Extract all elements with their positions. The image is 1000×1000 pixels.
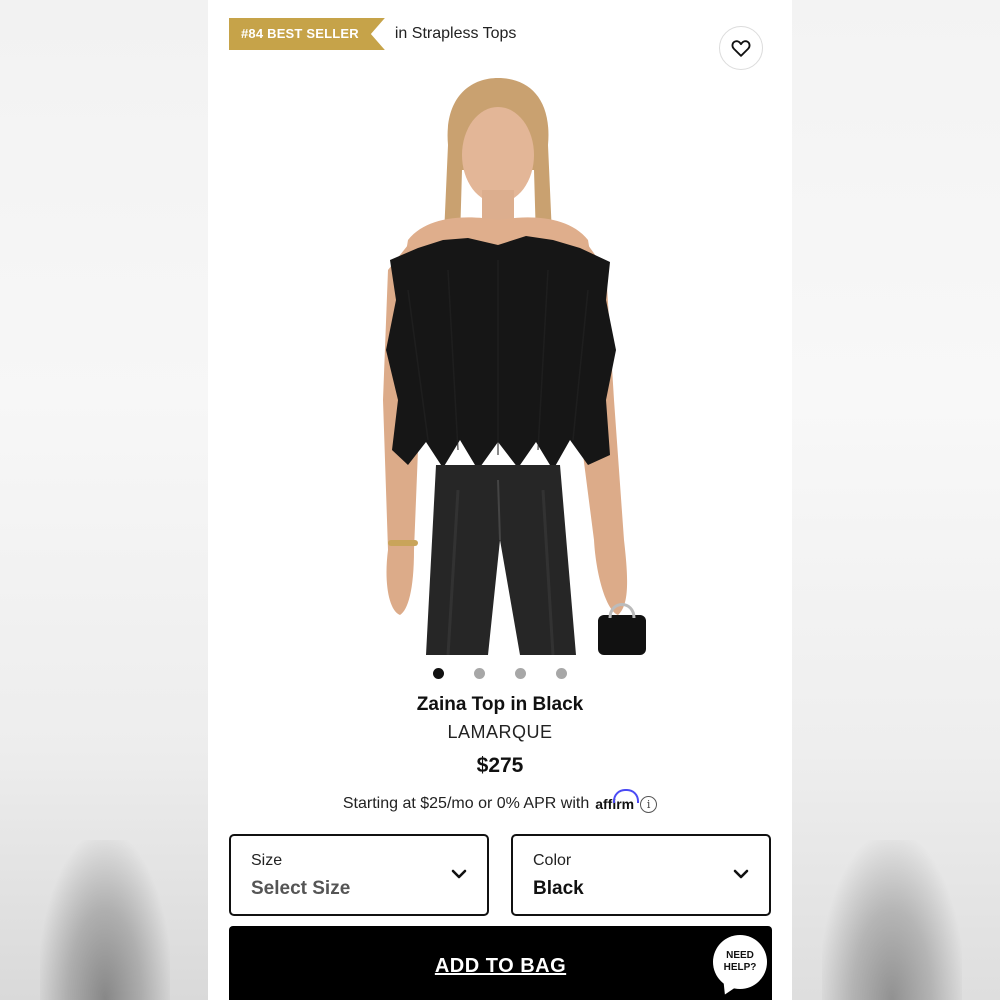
background-right xyxy=(792,0,1000,1000)
info-icon[interactable]: i xyxy=(640,795,658,813)
add-to-bag-label: ADD TO BAG xyxy=(434,954,567,977)
heart-icon xyxy=(731,40,751,57)
need-help-line1: NEED xyxy=(726,950,754,961)
favorite-button[interactable] xyxy=(719,26,763,70)
color-label: Color xyxy=(533,852,572,869)
best-seller-badge: #84 BEST SELLER xyxy=(229,18,385,50)
carousel-dot[interactable] xyxy=(433,668,444,679)
product-title: Zaina Top in Black xyxy=(416,694,584,715)
chevron-down-icon xyxy=(733,869,749,879)
best-seller-category[interactable]: in Strapless Tops xyxy=(395,25,517,43)
financing-line: Starting at $25/mo or 0% APR with affirm… xyxy=(208,789,792,813)
need-help-line2: HELP? xyxy=(723,962,757,973)
carousel-dot[interactable] xyxy=(515,668,526,679)
size-select[interactable]: Size Select Size xyxy=(229,834,489,916)
add-to-bag-button[interactable]: ADD TO BAG xyxy=(229,926,772,1000)
financing-text: Starting at $25/mo or 0% APR with xyxy=(342,795,590,812)
carousel-dot[interactable] xyxy=(474,668,485,679)
best-seller-row: #84 BEST SELLER in Strapless Tops xyxy=(229,18,516,50)
product-brand[interactable]: LAMARQUE xyxy=(208,722,792,743)
color-value: Black xyxy=(533,878,584,899)
size-label: Size xyxy=(251,852,283,869)
product-price: $275 xyxy=(476,754,524,777)
carousel-dot[interactable] xyxy=(556,668,567,679)
product-page: #84 BEST SELLER in Strapless Tops Zaina … xyxy=(208,0,792,1000)
color-select[interactable]: Color Black xyxy=(511,834,771,916)
background-left xyxy=(0,0,208,1000)
need-help-button[interactable]: NEED HELP? xyxy=(713,935,767,989)
chevron-down-icon xyxy=(451,869,467,879)
size-value: Select Size xyxy=(251,878,351,899)
product-image[interactable] xyxy=(348,70,658,655)
affirm-logo: affirm xyxy=(595,789,640,812)
image-carousel-dots xyxy=(208,668,792,679)
